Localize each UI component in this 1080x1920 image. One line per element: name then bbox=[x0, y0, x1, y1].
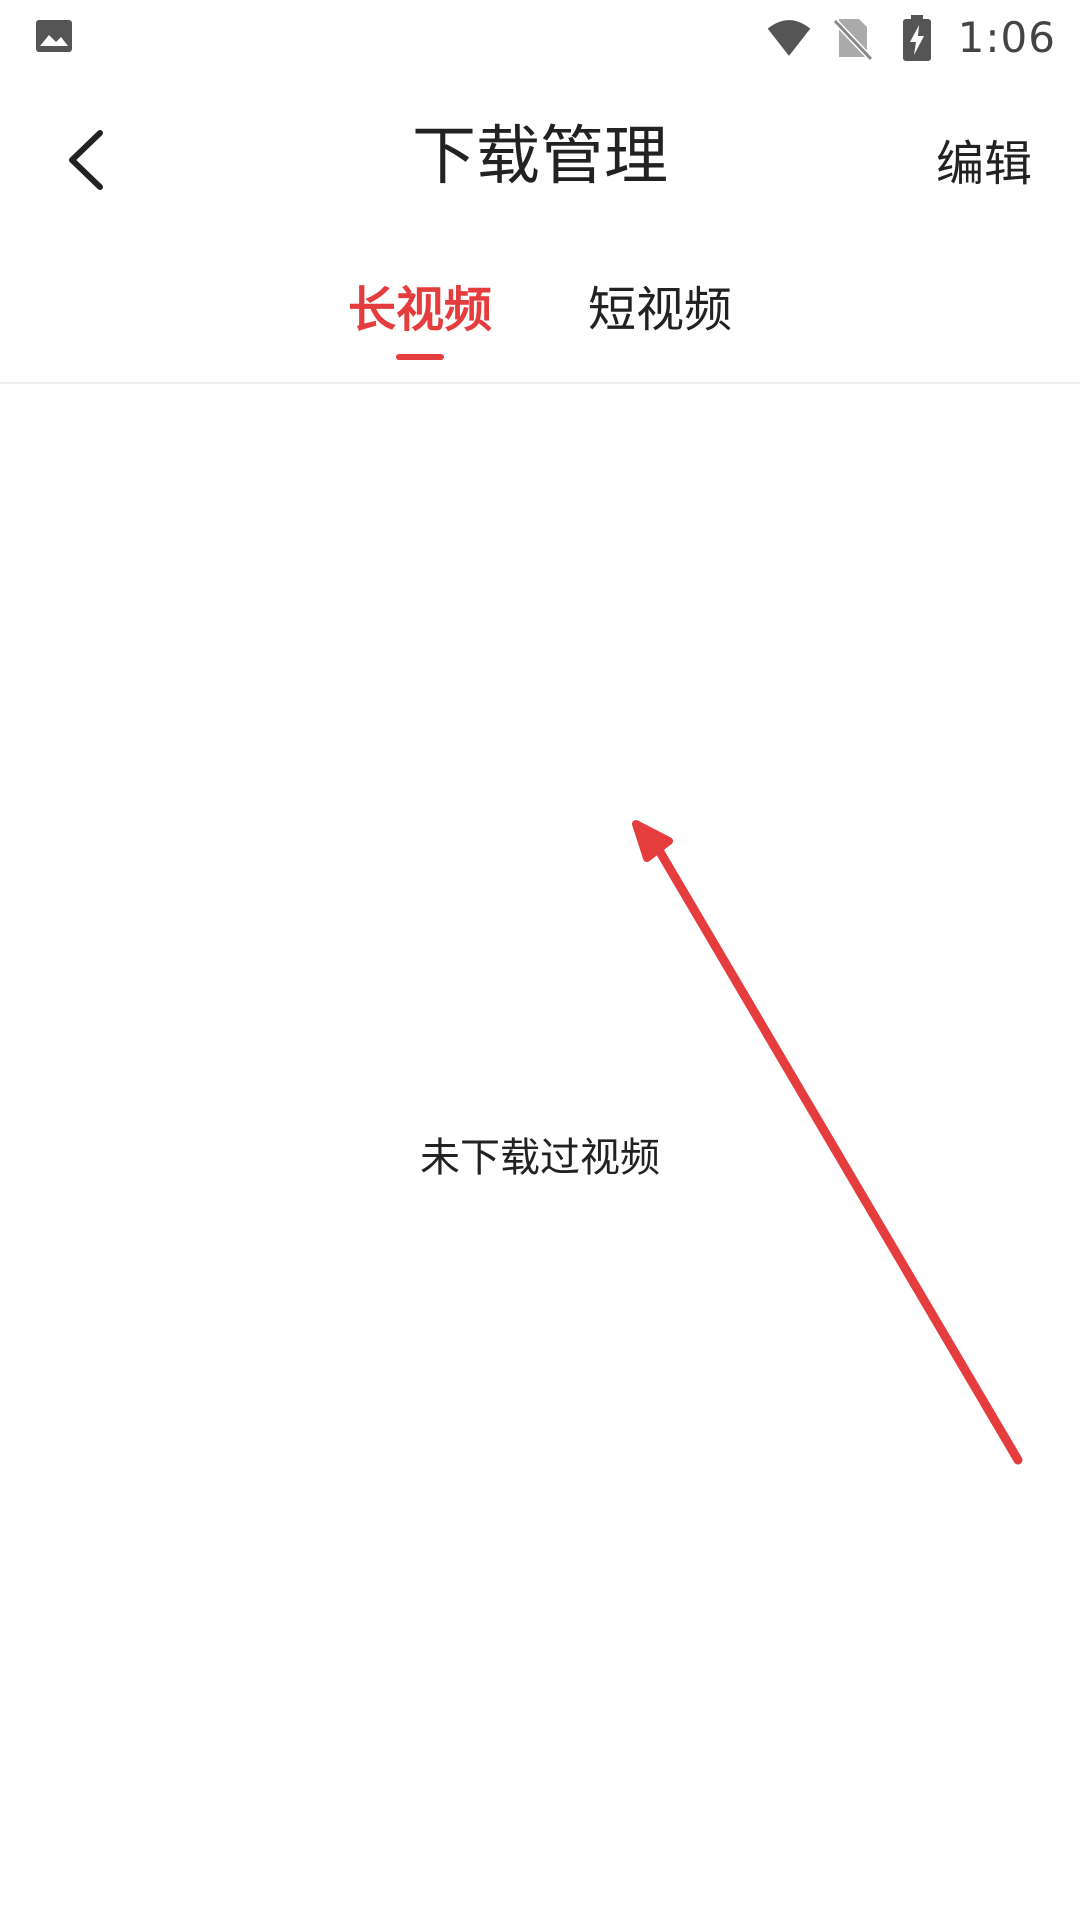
tab-long-video[interactable]: 长视频 bbox=[348, 278, 492, 342]
status-bar: 1:06 bbox=[0, 0, 1080, 72]
download-list-area: 未下载过视频 bbox=[0, 384, 1080, 1920]
empty-state-message: 未下载过视频 bbox=[420, 1135, 660, 1181]
status-time: 1:06 bbox=[957, 13, 1056, 62]
wifi-icon bbox=[766, 15, 812, 61]
image-icon bbox=[34, 16, 74, 56]
tab-short-video[interactable]: 短视频 bbox=[588, 278, 732, 342]
active-tab-indicator bbox=[396, 354, 444, 360]
status-right-group: 1:06 bbox=[766, 8, 1056, 68]
no-sim-icon bbox=[830, 15, 876, 61]
app-bar: 下载管理 编辑 bbox=[0, 72, 1080, 248]
edit-button[interactable]: 编辑 bbox=[936, 124, 1032, 204]
battery-charging-icon bbox=[894, 15, 940, 61]
download-manager-screen: 1:06 下载管理 编辑 长视频 短视频 未下载过视频 bbox=[0, 0, 1080, 1920]
video-type-tabs: 长视频 短视频 bbox=[0, 248, 1080, 384]
page-title: 下载管理 bbox=[412, 120, 668, 194]
